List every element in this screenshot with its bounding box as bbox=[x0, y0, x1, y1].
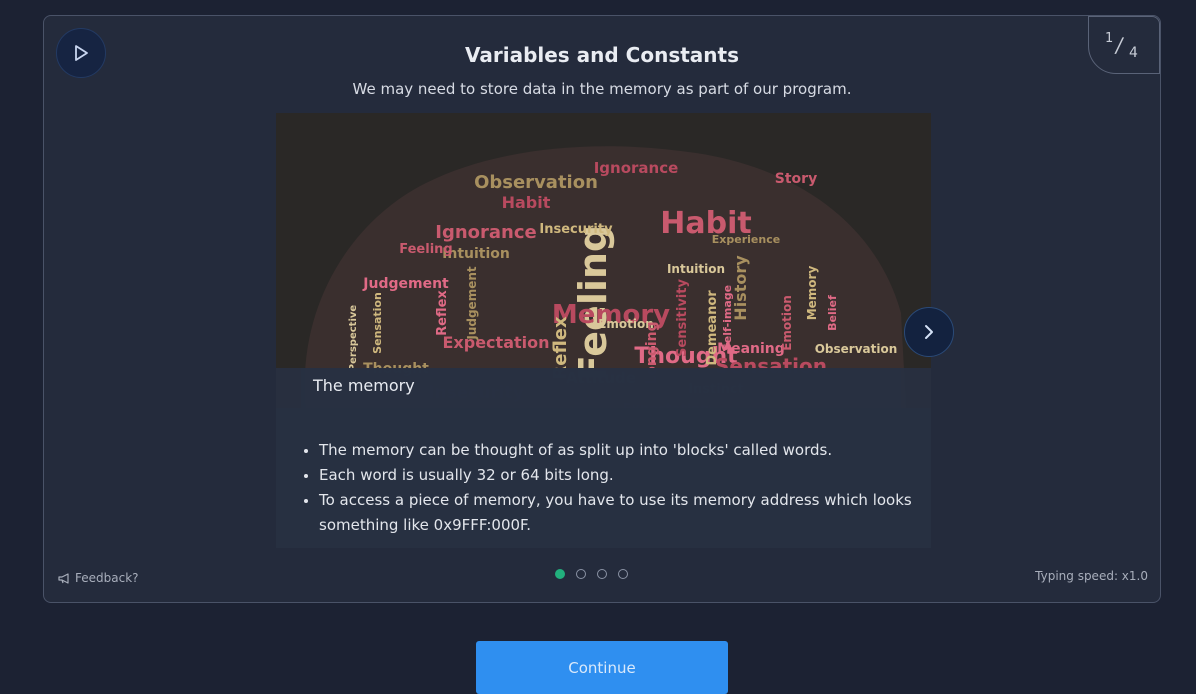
continue-button[interactable]: Continue bbox=[476, 641, 728, 694]
slide-card: 1 / 4 Variables and Constants We may nee… bbox=[43, 15, 1161, 603]
typing-speed-control[interactable]: Typing speed: x1.0 bbox=[1035, 569, 1148, 583]
word-cloud-word: Sensitivity bbox=[675, 279, 690, 357]
megaphone-icon bbox=[58, 572, 69, 584]
word-cloud-word: Story bbox=[775, 171, 817, 187]
word-cloud-word: Feeling bbox=[399, 242, 452, 257]
word-cloud-word: Judgement bbox=[362, 276, 449, 292]
word-cloud-word: Belief bbox=[826, 295, 839, 331]
slide-title: Variables and Constants bbox=[464, 43, 740, 67]
slide-dot-4[interactable] bbox=[618, 569, 628, 579]
word-cloud-word: Reflex bbox=[435, 290, 450, 336]
word-cloud-word: Sensation bbox=[371, 292, 384, 354]
bullet-item: The memory can be thought of as split up… bbox=[300, 438, 919, 463]
chevron-right-icon bbox=[925, 325, 933, 339]
slide-dot-3[interactable] bbox=[597, 569, 607, 579]
word-cloud-word: Demeanor bbox=[705, 290, 720, 366]
word-cloud-word: Intuition bbox=[667, 262, 725, 276]
slide-subtitle: We may need to store data in the memory … bbox=[352, 80, 852, 98]
word-cloud-word: Memory bbox=[805, 266, 819, 321]
word-cloud-svg: FeelingHabitMemoryBeliefThoughtObservati… bbox=[304, 146, 907, 408]
word-cloud-word: Emotion bbox=[780, 295, 794, 351]
feedback-link[interactable]: Feedback? bbox=[58, 571, 139, 585]
word-cloud-word: Perspective bbox=[348, 305, 359, 372]
word-cloud-word: Experience bbox=[712, 233, 780, 246]
memory-info-panel: The memory The memory can be thought of … bbox=[276, 368, 931, 548]
panel-bullet-list: The memory can be thought of as split up… bbox=[300, 438, 919, 538]
bullet-item: Each word is usually 32 or 64 bits long. bbox=[300, 463, 919, 488]
word-cloud-word: Observation bbox=[815, 342, 898, 356]
word-cloud-word: Judgement bbox=[465, 266, 479, 341]
word-cloud-word: Habit bbox=[502, 193, 551, 212]
brain-word-cloud-image: FeelingHabitMemoryBeliefThoughtObservati… bbox=[276, 113, 931, 408]
bullet-item: To access a piece of memory, you have to… bbox=[300, 488, 919, 538]
slide-dot-1[interactable] bbox=[555, 569, 565, 579]
word-cloud-word: Expectation bbox=[443, 333, 550, 352]
word-cloud-word: Insecurity bbox=[539, 222, 613, 237]
slide-dot-2[interactable] bbox=[576, 569, 586, 579]
panel-heading: The memory bbox=[301, 368, 901, 408]
word-cloud-word: Ignorance bbox=[594, 159, 679, 177]
word-cloud-word: Self-image bbox=[721, 285, 734, 351]
next-slide-button[interactable] bbox=[904, 307, 954, 357]
slide-dots bbox=[555, 569, 628, 579]
word-cloud-word: Observation bbox=[474, 172, 598, 193]
word-cloud-word: Ignorance bbox=[435, 222, 536, 243]
feedback-label: Feedback? bbox=[75, 571, 139, 585]
